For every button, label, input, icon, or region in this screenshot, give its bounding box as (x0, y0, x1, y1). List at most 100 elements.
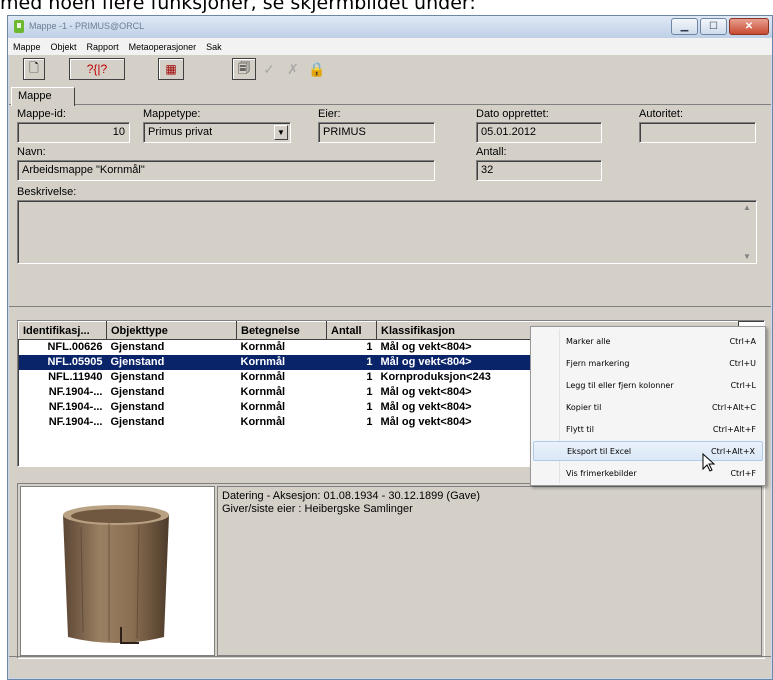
cell-antall: 1 (366, 416, 373, 428)
menu-rapport[interactable]: Rapport (87, 42, 119, 52)
cell-objekttype: Gjenstand (110, 401, 165, 413)
menu-objekt[interactable]: Objekt (51, 42, 77, 52)
dato-opprettet-label: Dato opprettet: (476, 108, 549, 120)
menu-item-eksport-til-excel[interactable]: Eksport til Excel Ctrl+Alt+X (533, 441, 763, 461)
menu-item-legg-til-kolonner[interactable]: Legg til eller fjern kolonner Ctrl+L (533, 375, 763, 395)
menu-item-shortcut: Ctrl+Alt+C (711, 402, 756, 412)
window-controls: ▁ ☐ ✕ (671, 18, 769, 35)
menu-item-flytt-til[interactable]: Flytt til Ctrl+Alt+F (533, 419, 763, 439)
scroll-up-icon[interactable]: ▲ (743, 203, 751, 212)
menu-bar: Mappe Objekt Rapport Metaoperasjoner Sak (8, 38, 772, 55)
dato-opprettet-field[interactable]: 05.01.2012 (476, 122, 602, 143)
cancel-icon: ✗ (287, 60, 299, 77)
beskrivelse-scrollbar[interactable]: ▲ ▼ (740, 203, 754, 261)
cell-betegnelse: Kornmål (236, 354, 327, 370)
close-button[interactable]: ✕ (729, 18, 769, 35)
navn-field[interactable]: Arbeidsmappe "Kornmål" (17, 160, 435, 181)
menu-item-label: Legg til eller fjern kolonner (566, 380, 674, 390)
menu-item-label: Fjern markering (566, 358, 630, 368)
checkmark-icon: ✓ (263, 60, 275, 77)
mappe-id-label: Mappe-id: (17, 108, 66, 120)
menu-item-vis-frimerkebilder[interactable]: Vis frimerkebilder Ctrl+F (533, 463, 763, 483)
tab-mappe-label: Mappe (18, 90, 52, 102)
cell-identifikasjon: NF.1904-... (48, 401, 103, 413)
cell-betegnelse: Kornmål (240, 386, 286, 398)
scroll-down-icon[interactable]: ▼ (743, 252, 751, 261)
minimize-button[interactable]: ▁ (671, 18, 698, 35)
cell-antall: 1 (366, 371, 373, 383)
cell-identifikasjon: NFL.05905 (18, 354, 107, 370)
tab-strip: Mappe (9, 85, 771, 106)
cell-betegnelse: Kornmål (240, 401, 286, 413)
cell-identifikasjon: NFL.00626 (47, 341, 103, 354)
menu-item-shortcut: Ctrl+Alt+X (711, 446, 755, 456)
confirm-button[interactable]: ✓ (258, 58, 280, 80)
mouse-cursor-icon (702, 453, 716, 472)
menu-item-fjern-markering[interactable]: Fjern markering Ctrl+U (533, 353, 763, 373)
column-header-betegnelse[interactable]: Betegnelse (236, 321, 327, 340)
column-header-antall[interactable]: Antall (326, 321, 377, 340)
mappetype-dropdown[interactable]: Primus privat ▼ (143, 122, 291, 143)
search-button[interactable]: ?{|? (69, 58, 125, 80)
object-detail-panel: Datering - Aksesjon: 01.08.1934 - 30.12.… (17, 483, 765, 659)
mappetype-label: Mappetype: (143, 108, 201, 120)
cell-betegnelse: Kornmål (240, 341, 286, 354)
menu-item-shortcut: Ctrl+Alt+F (712, 424, 756, 434)
menu-sak[interactable]: Sak (206, 42, 222, 52)
copy-icon: 🗐 (238, 60, 250, 75)
primus-app-icon (14, 20, 24, 33)
cell-objekttype: Gjenstand (110, 386, 165, 398)
autoritet-field[interactable] (639, 122, 756, 143)
window-title: Mappe -1 - PRIMUS@ORCL (29, 21, 145, 31)
cell-betegnelse: Kornmål (240, 371, 286, 383)
cancel-button[interactable]: ✗ (282, 58, 304, 80)
wooden-measure-image (63, 505, 169, 644)
maximize-icon: ☐ (709, 21, 718, 32)
calculator-button[interactable]: ▦ (158, 58, 184, 80)
autoritet-label: Autoritet: (639, 108, 684, 120)
close-icon: ✕ (744, 21, 754, 32)
cell-objekttype: Gjenstand (110, 341, 165, 354)
menu-metaoperasjoner[interactable]: Metaoperasjoner (129, 42, 197, 52)
cell-objekttype: Gjenstand (106, 354, 237, 370)
mappe-id-field[interactable]: 10 (17, 122, 130, 143)
menu-mappe[interactable]: Mappe (13, 42, 41, 52)
beskrivelse-label: Beskrivelse: (17, 186, 77, 198)
toolbar: 🗋 ?{|? ▦ 🗐 ✓ ✗ 🔒 (9, 55, 771, 85)
cell-identifikasjon: NFL.11940 (48, 371, 103, 383)
new-button[interactable]: 🗋 (23, 58, 45, 80)
lock-button[interactable]: 🔒 (306, 58, 328, 80)
minimize-icon: ▁ (680, 21, 689, 32)
chevron-down-icon[interactable]: ▼ (274, 125, 288, 140)
detail-giver-line: Giver/siste eier : Heibergske Samlinger (222, 503, 413, 515)
cell-antall: 1 (366, 341, 373, 354)
cell-antall: 1 (366, 386, 373, 398)
menu-item-kopier-til[interactable]: Kopier til Ctrl+Alt+C (533, 397, 763, 417)
object-thumbnail[interactable] (20, 486, 215, 656)
context-menu: Marker alle Ctrl+A Fjern markering Ctrl+… (530, 326, 766, 486)
title-bar[interactable]: Mappe -1 - PRIMUS@ORCL ▁ ☐ ✕ (8, 16, 772, 38)
search-query-icon: ?{|? (86, 62, 108, 76)
cell-antall: 1 (366, 401, 373, 413)
document-caption: med noen flere funksjoner, se skjermbild… (0, 0, 476, 14)
column-header-identifikasjon[interactable]: Identifikasj... (18, 321, 107, 340)
navn-label: Navn: (17, 146, 46, 158)
tab-mappe[interactable]: Mappe (11, 87, 75, 106)
maximize-button[interactable]: ☐ (700, 18, 727, 35)
eier-field[interactable]: PRIMUS (318, 122, 435, 143)
lock-icon: 🔒 (308, 60, 326, 77)
menu-item-label: Eksport til Excel (567, 446, 632, 456)
copy-button[interactable]: 🗐 (232, 58, 256, 80)
cell-objekttype: Gjenstand (110, 416, 165, 428)
beskrivelse-textarea[interactable]: ▲ ▼ (17, 200, 757, 264)
menu-item-label: Vis frimerkebilder (566, 468, 637, 478)
antall-label: Antall: (476, 146, 507, 158)
cell-identifikasjon: NF.1904-... (48, 386, 103, 398)
menu-item-marker-alle[interactable]: Marker alle Ctrl+A (533, 331, 763, 351)
cell-identifikasjon: NF.1904-... (48, 416, 103, 428)
menu-item-shortcut: Ctrl+U (729, 358, 756, 368)
detail-datering-line: Datering - Aksesjon: 01.08.1934 - 30.12.… (222, 490, 481, 502)
column-header-objekttype[interactable]: Objekttype (106, 321, 237, 340)
menu-item-shortcut: Ctrl+F (730, 468, 756, 478)
antall-field[interactable]: 32 (476, 160, 602, 181)
